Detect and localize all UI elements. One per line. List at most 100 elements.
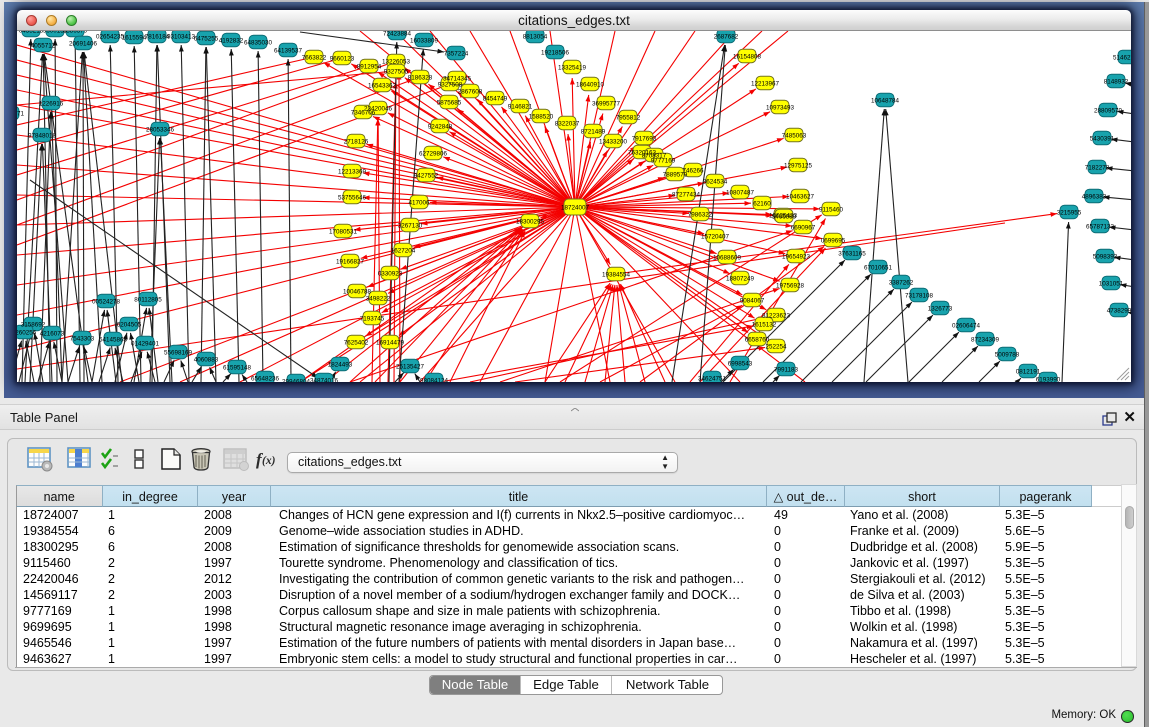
svg-text:4216073: 4216073 [40,330,65,337]
svg-text:9242848: 9242848 [428,123,453,130]
svg-text:00524278: 00524278 [92,298,121,305]
svg-text:87277434: 87277434 [672,191,701,198]
svg-text:10046788: 10046788 [343,288,372,295]
svg-text:34874016: 34874016 [310,377,339,382]
svg-text:98084124: 98084124 [420,377,449,382]
svg-text:73178108: 73178108 [905,292,934,299]
svg-text:3158692: 3158692 [21,321,46,328]
svg-text:2260256: 2260256 [17,329,37,336]
svg-text:64139537: 64139537 [274,47,303,54]
svg-text:02606474: 02606474 [952,322,981,329]
svg-text:97848018: 97848018 [28,132,57,139]
svg-text:19654923: 19654923 [782,253,811,260]
svg-text:6204505: 6204505 [117,321,142,328]
svg-text:93103413: 93103413 [167,33,196,40]
svg-text:23420046: 23420046 [364,105,393,112]
svg-text:8322037: 8322037 [555,120,580,127]
svg-text:2687682: 2687682 [714,33,739,40]
svg-text:01429401: 01429401 [131,340,160,347]
svg-text:0433218: 0433218 [19,31,44,34]
svg-text:65787133: 65787133 [1086,223,1115,230]
svg-text:17080531: 17080531 [329,228,358,235]
svg-text:6658760: 6658760 [745,336,770,343]
svg-text:7182278: 7182278 [1085,164,1110,171]
svg-text:252254: 252254 [765,343,787,350]
svg-text:7991183: 7991183 [774,366,799,373]
svg-text:10463627: 10463627 [786,193,815,200]
svg-text:(x): (x) [262,455,276,467]
svg-text:54145868: 54145868 [99,336,128,343]
svg-text:1615594: 1615594 [122,34,147,41]
svg-text:18640910: 18640910 [576,81,605,88]
svg-text:1627204: 1627204 [391,247,416,254]
svg-text:3498222: 3498222 [366,295,391,302]
svg-text:9146821: 9146821 [508,103,533,110]
svg-text:0330923: 0330923 [378,270,403,277]
svg-text:53755646: 53755646 [338,194,367,201]
svg-text:5430391: 5430391 [1090,135,1115,142]
svg-text:1615132: 1615132 [752,321,777,328]
svg-text:9660123: 9660123 [330,55,355,62]
svg-text:1326773: 1326773 [928,305,953,312]
svg-text:28053346: 28053346 [146,126,175,133]
svg-text:9115460: 9115460 [819,206,844,213]
svg-text:34714345: 34714345 [443,75,472,82]
svg-text:29946804: 29946804 [282,378,311,382]
svg-text:5875685: 5875685 [437,99,462,106]
svg-text:12213369: 12213369 [338,168,367,175]
svg-text:16914479: 16914479 [376,339,405,346]
svg-text:0699695: 0699695 [821,237,846,244]
svg-text:3624534: 3624534 [703,178,728,185]
svg-text:8148932: 8148932 [1104,78,1129,85]
svg-text:4192832: 4192832 [219,37,244,44]
svg-text:9327505: 9327505 [384,68,409,75]
svg-text:16033809: 16033809 [410,37,439,44]
svg-text:7986322: 7986322 [688,211,713,218]
svg-text:10973493: 10973493 [766,104,795,111]
svg-text:5466889: 5466889 [772,213,797,220]
svg-text:64835030: 64835030 [244,39,273,46]
svg-text:12975125: 12975125 [784,162,813,169]
svg-text:0812191: 0812191 [1016,368,1041,375]
svg-text:6193990: 6193990 [1036,376,1061,382]
svg-text:7485063: 7485063 [782,132,807,139]
svg-text:96532871: 96532871 [17,110,24,117]
svg-text:51462704: 51462704 [1113,54,1131,61]
svg-text:37631165: 37631165 [838,250,866,257]
svg-text:4738299: 4738299 [1107,307,1131,314]
svg-text:7543303: 7543303 [70,335,95,342]
svg-text:1226916: 1226916 [39,100,64,107]
svg-text:13226053: 13226053 [382,58,411,65]
svg-text:87234309: 87234309 [971,336,1000,343]
svg-text:417006: 417006 [408,199,430,206]
svg-text:28809570: 28809570 [1094,107,1123,114]
svg-text:3267130: 3267130 [398,222,423,229]
svg-text:3215955: 3215955 [1057,209,1082,216]
svg-text:746266: 746266 [682,167,704,174]
svg-text:7663822: 7663822 [302,54,327,61]
svg-text:7917693: 7917693 [632,135,657,142]
svg-text:13325419: 13325419 [558,64,587,71]
svg-text:19218506: 19218506 [541,49,570,56]
svg-text:81223623: 81223623 [762,312,791,319]
svg-text:4896383: 4896383 [1082,193,1107,200]
svg-text:1588520: 1588520 [529,113,554,120]
svg-text:18300295: 18300295 [516,218,545,225]
svg-text:7193745: 7193745 [360,315,385,322]
svg-text:16154808: 16154808 [733,53,762,60]
svg-text:8454749: 8454749 [483,95,508,102]
svg-text:5098393: 5098393 [1093,253,1118,260]
svg-text:72423884: 72423884 [383,31,412,37]
svg-text:7357224: 7357224 [444,50,469,57]
svg-text:1824493: 1824493 [328,361,353,368]
svg-text:65648236: 65648236 [251,375,280,382]
svg-text:13433200: 13433200 [599,138,628,145]
svg-text:02654235: 02654235 [96,33,125,40]
svg-text:3387262: 3387262 [889,279,914,286]
svg-text:80112805: 80112805 [134,296,162,303]
svg-text:12213967: 12213967 [751,80,780,87]
svg-text:19166827: 19166827 [336,258,365,265]
svg-text:10688609: 10688609 [713,254,742,261]
svg-text:16543362: 16543362 [368,82,397,89]
svg-text:8813054: 8813054 [523,33,548,40]
